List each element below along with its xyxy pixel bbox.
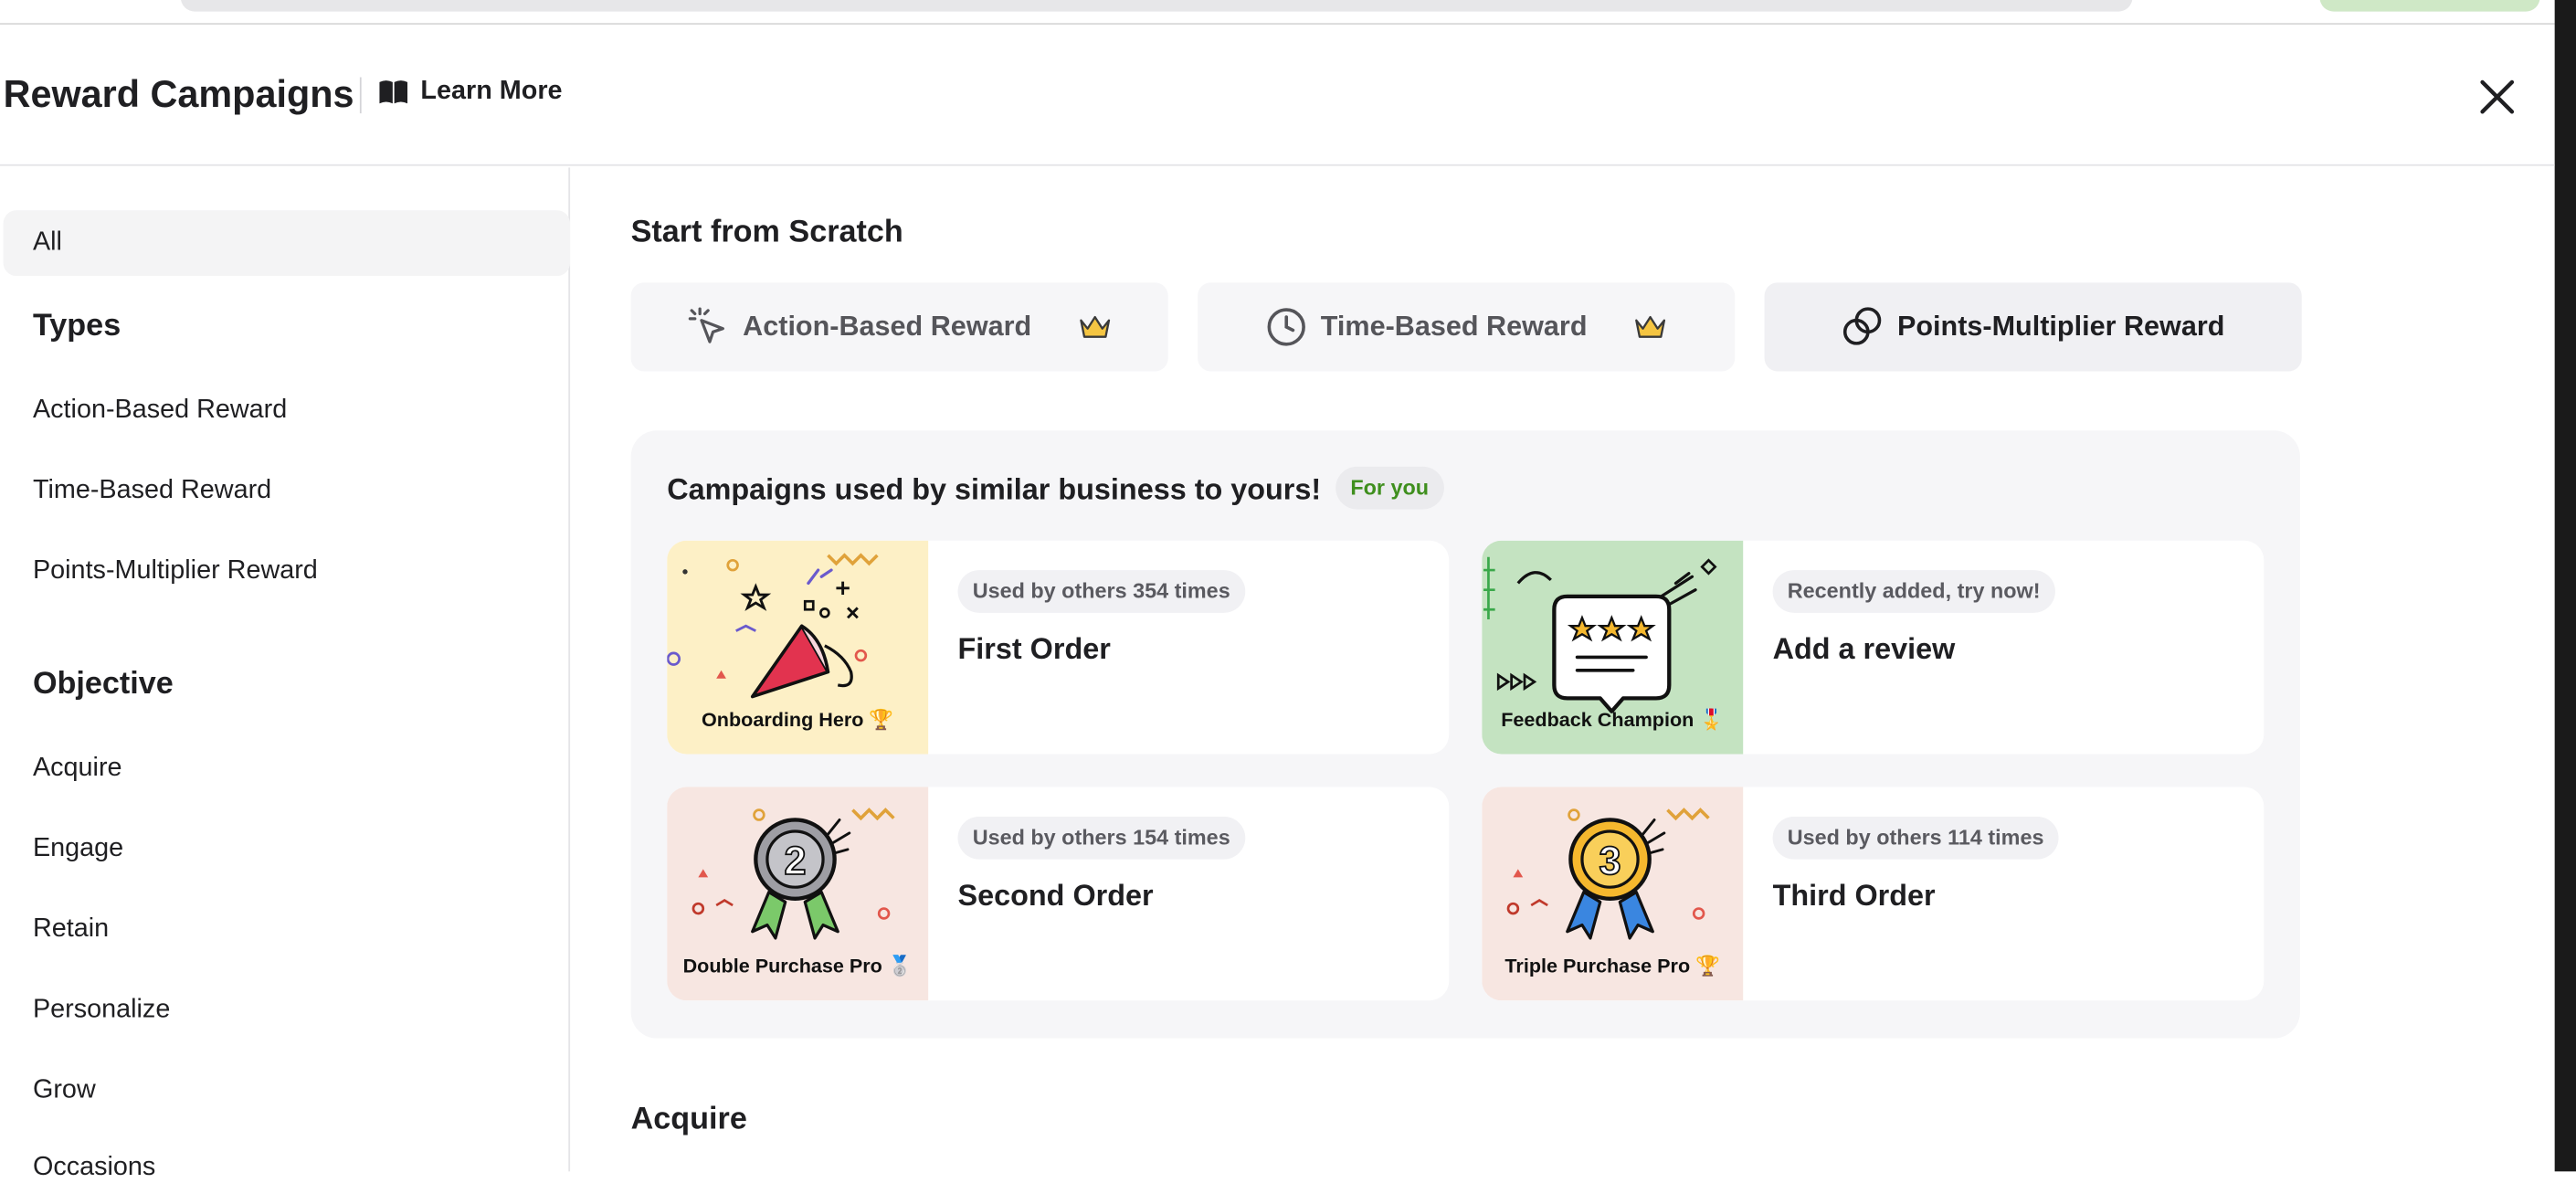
svg-text:2: 2 <box>784 840 806 883</box>
page-title: Reward Campaigns <box>3 72 354 115</box>
campaign-card-first-order[interactable]: Onboarding Hero 🏆 Used by others 354 tim… <box>667 540 1450 755</box>
campaign-name: Third Order <box>1772 879 1936 913</box>
book-icon <box>379 80 408 104</box>
action-based-reward-button[interactable]: Action-Based Reward <box>630 282 1168 372</box>
crown-icon <box>1635 315 1666 338</box>
top-action-button[interactable] <box>2319 0 2540 12</box>
campaign-name: Add a review <box>1772 632 1956 666</box>
time-based-reward-button[interactable]: Time-Based Reward <box>1198 282 1736 372</box>
sidebar-item-retain[interactable]: Retain <box>33 915 109 945</box>
thumbnail-label: Triple Purchase Pro 🏆 <box>1504 954 1721 978</box>
header-divider <box>359 77 362 114</box>
campaign-card-second-order[interactable]: 2 Double Purchase Pro 🥈 Used by others 1… <box>667 787 1450 1001</box>
svg-text:3: 3 <box>1599 840 1621 883</box>
sidebar-item-grow[interactable]: Grow <box>33 1076 96 1105</box>
thumbnail-label: Feedback Champion 🎖️ <box>1501 708 1725 732</box>
main-content: Start from Scratch Action-Based Reward T… <box>572 167 2555 1171</box>
coins-icon <box>1842 307 1882 345</box>
usage-badge: Used by others 114 times <box>1772 816 2059 860</box>
learn-more-link[interactable]: Learn More <box>378 78 563 107</box>
for-you-badge: For you <box>1336 466 1444 510</box>
objective-heading: Objective <box>32 667 174 702</box>
campaign-thumbnail: 2 Double Purchase Pro 🥈 <box>667 787 929 1001</box>
usage-badge: Recently added, try now! <box>1772 570 2055 613</box>
sidebar-item-acquire[interactable]: Acquire <box>33 755 122 784</box>
type-button-label: Action-Based Reward <box>743 310 1032 343</box>
scratch-heading: Start from Scratch <box>630 215 903 250</box>
sidebar-item-action-based[interactable]: Action-Based Reward <box>33 396 287 425</box>
crown-icon <box>1079 315 1110 338</box>
type-button-label: Time-Based Reward <box>1320 310 1588 343</box>
sidebar-item-label: All <box>32 227 62 257</box>
campaign-thumbnail: 3 Triple Purchase Pro 🏆 <box>1482 787 1744 1001</box>
thumbnail-label: Onboarding Hero 🏆 <box>701 708 894 732</box>
type-button-label: Points-Multiplier Reward <box>1896 310 2225 343</box>
recommended-campaigns-panel: Campaigns used by similar business to yo… <box>630 430 2300 1039</box>
top-toolbar-strip <box>0 0 2555 25</box>
sidebar: All Types Action-Based Reward Time-Based… <box>0 167 571 1181</box>
sidebar-item-personalize[interactable]: Personalize <box>33 996 170 1025</box>
sidebar-item-occasions[interactable]: Occasions <box>33 1154 155 1183</box>
cursor-click-icon <box>689 307 725 343</box>
types-heading: Types <box>32 309 121 343</box>
sidebar-item-points-multiplier[interactable]: Points-Multiplier Reward <box>33 557 318 586</box>
recommended-title: Campaigns used by similar business to yo… <box>667 472 1322 506</box>
sidebar-item-time-based[interactable]: Time-Based Reward <box>33 477 271 506</box>
window-edge <box>2554 0 2576 1172</box>
sidebar-item-engage[interactable]: Engage <box>33 835 123 864</box>
sidebar-item-all[interactable]: All <box>3 210 571 277</box>
campaign-name: Second Order <box>957 879 1154 913</box>
campaign-thumbnail: Onboarding Hero 🏆 <box>667 540 929 755</box>
points-multiplier-reward-button[interactable]: Points-Multiplier Reward <box>1764 282 2302 372</box>
campaign-thumbnail: Feedback Champion 🎖️ <box>1482 540 1744 755</box>
usage-badge: Used by others 354 times <box>957 570 1245 613</box>
clock-icon <box>1267 308 1305 346</box>
top-search-bar[interactable] <box>180 0 2133 12</box>
close-icon[interactable] <box>2475 74 2520 120</box>
campaign-card-third-order[interactable]: 3 Triple Purchase Pro 🏆 Used by others 1… <box>1482 787 2265 1001</box>
screen: Reward Campaigns Learn More All Types Ac… <box>0 0 2576 1181</box>
learn-more-label: Learn More <box>420 77 563 106</box>
usage-badge: Used by others 154 times <box>957 816 1245 860</box>
campaign-card-add-review[interactable]: Feedback Champion 🎖️ Recently added, try… <box>1482 540 2265 755</box>
acquire-heading: Acquire <box>630 1102 747 1137</box>
thumbnail-label: Double Purchase Pro 🥈 <box>682 954 913 978</box>
campaign-name: First Order <box>957 632 1111 666</box>
